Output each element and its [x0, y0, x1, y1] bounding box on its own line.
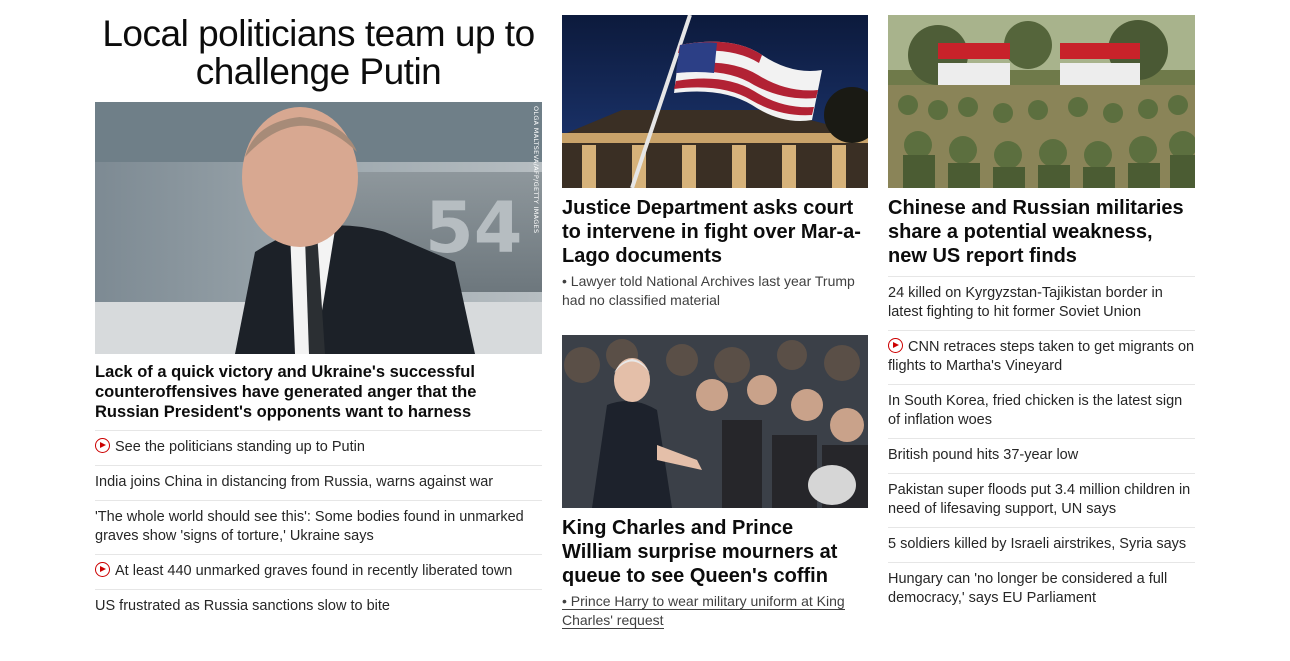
card-subline[interactable]: • Prince Harry to wear military uniform … [562, 592, 868, 630]
left-column: Local politicians team up to challenge P… [95, 0, 542, 624]
card-subline[interactable]: • Lawyer told National Archives last yea… [562, 272, 868, 310]
story-text: At least 440 unmarked graves found in re… [115, 563, 513, 579]
photo-credit: OLGA MALTSEVA/AFP/GETTY IMAGES [532, 106, 540, 234]
story-text: India joins China in distancing from Rus… [95, 474, 494, 490]
list-item[interactable]: India joins China in distancing from Rus… [95, 465, 542, 500]
story-text: British pound hits 37-year low [888, 447, 1079, 463]
right-column: Chinese and Russian militaries share a p… [888, 0, 1195, 616]
story-text: See the politicians standing up to Putin [115, 439, 365, 455]
list-item[interactable]: Pakistan super floods put 3.4 million ch… [888, 473, 1195, 527]
story-text: 'The whole world should see this': Some … [95, 509, 524, 544]
middle-column: Justice Department asks court to interve… [562, 0, 868, 630]
list-item[interactable]: 'The whole world should see this': Some … [95, 500, 542, 554]
putin-photo[interactable]: 54 OLGA MALTSEVA/AFP/GETTY IMAGES [95, 102, 542, 354]
story-text: 5 soldiers killed by Israeli airstrikes,… [888, 536, 1187, 552]
card-headline[interactable]: Chinese and Russian militaries share a p… [888, 196, 1195, 268]
list-item[interactable]: At least 440 unmarked graves found in re… [95, 554, 542, 589]
list-item[interactable]: US frustrated as Russia sanctions slow t… [95, 589, 542, 624]
list-item[interactable]: In South Korea, fried chicken is the lat… [888, 384, 1195, 438]
main-headline[interactable]: Local politicians team up to challenge P… [95, 15, 542, 91]
list-item[interactable]: 5 soldiers killed by Israeli airstrikes,… [888, 527, 1195, 562]
story-text: US frustrated as Russia sanctions slow t… [95, 598, 390, 614]
list-item[interactable]: CNN retraces steps taken to get migrants… [888, 330, 1195, 384]
king-charles-photo[interactable] [562, 335, 868, 508]
list-item[interactable]: Hungary can 'no longer be considered a f… [888, 562, 1195, 616]
right-story-list: 24 killed on Kyrgyzstan-Tajikistan borde… [888, 276, 1195, 616]
list-item[interactable]: 24 killed on Kyrgyzstan-Tajikistan borde… [888, 276, 1195, 330]
soldiers-photo[interactable] [888, 15, 1195, 188]
story-text: CNN retraces steps taken to get migrants… [888, 339, 1195, 374]
card-subline-link[interactable]: • Prince Harry to wear military uniform … [562, 593, 845, 629]
story-text: In South Korea, fried chicken is the lat… [888, 393, 1183, 428]
play-icon [888, 338, 903, 353]
play-icon [95, 438, 110, 453]
card-headline[interactable]: Justice Department asks court to interve… [562, 196, 868, 268]
list-item[interactable]: British pound hits 37-year low [888, 438, 1195, 473]
lead-summary[interactable]: Lack of a quick victory and Ukraine's su… [95, 362, 542, 422]
card-headline[interactable]: King Charles and Prince William surprise… [562, 516, 868, 588]
story-text: Hungary can 'no longer be considered a f… [888, 571, 1168, 606]
flag-courthouse-photo[interactable] [562, 15, 868, 188]
story-text: 24 killed on Kyrgyzstan-Tajikistan borde… [888, 285, 1163, 320]
story-text: Pakistan super floods put 3.4 million ch… [888, 482, 1191, 517]
play-icon [95, 562, 110, 577]
list-item[interactable]: See the politicians standing up to Putin [95, 430, 542, 465]
left-story-list: See the politicians standing up to Putin… [95, 430, 542, 624]
